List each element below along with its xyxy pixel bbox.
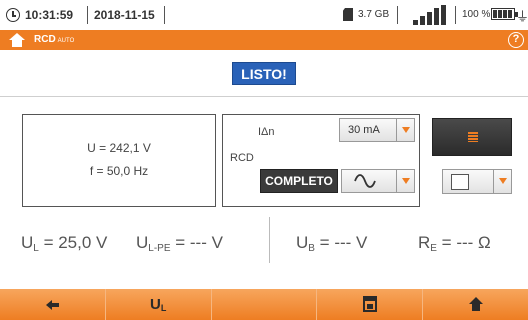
clock-date: 2018-11-15 bbox=[94, 8, 155, 22]
ul-button-label: UL bbox=[150, 296, 167, 313]
home-icon[interactable] bbox=[9, 33, 25, 47]
back-button[interactable] bbox=[0, 289, 106, 320]
bottom-toolbar: UL bbox=[0, 289, 528, 320]
voltage-readout: U = 242,1 V bbox=[87, 141, 151, 155]
result-re: RE = --- Ω bbox=[418, 233, 491, 254]
save-memory-icon bbox=[363, 296, 377, 312]
signal-icon bbox=[413, 5, 449, 25]
current-value: 30 mA bbox=[348, 124, 380, 136]
status-separator bbox=[397, 6, 398, 24]
sd-card-icon bbox=[343, 8, 353, 21]
result-separator bbox=[269, 217, 270, 263]
status-bar: 10:31:59 2018-11-15 3.7 GB 100 % ⏚ bbox=[0, 0, 528, 30]
option-checkbox[interactable] bbox=[451, 174, 469, 190]
plug-icon: ⏚ bbox=[516, 9, 528, 24]
clock-icon bbox=[6, 8, 20, 22]
i-delta-label: IΔn bbox=[258, 126, 275, 138]
sine-wave-icon bbox=[354, 174, 376, 188]
result-ub: UB = --- V bbox=[296, 233, 368, 254]
battery-icon bbox=[491, 8, 518, 20]
voltage-info-panel: U = 242,1 V f = 50,0 Hz bbox=[22, 114, 216, 207]
current-dropdown[interactable]: 30 mA bbox=[339, 118, 415, 142]
battery-percent: 100 % bbox=[462, 9, 491, 20]
complete-button[interactable]: COMPLETO bbox=[260, 169, 338, 193]
ul-button[interactable]: UL bbox=[106, 289, 212, 320]
waveform-dropdown[interactable] bbox=[341, 169, 415, 193]
title-bar: RCD AUTO ? bbox=[0, 30, 528, 50]
frequency-readout: f = 50,0 Hz bbox=[89, 164, 149, 178]
save-button[interactable] bbox=[317, 289, 423, 320]
empty-button[interactable] bbox=[212, 289, 317, 320]
status-separator bbox=[164, 6, 165, 24]
result-ul: UL = 25,0 V bbox=[21, 233, 108, 254]
result-ulpe: UL-PE = --- V bbox=[136, 233, 223, 254]
mode-title: RCD AUTO bbox=[34, 34, 75, 45]
rcd-label: RCD bbox=[230, 152, 254, 164]
status-separator bbox=[455, 6, 456, 24]
list-icon bbox=[468, 132, 478, 142]
divider bbox=[0, 96, 528, 97]
status-badge: LISTO! bbox=[232, 62, 296, 85]
chevron-down-icon bbox=[396, 119, 414, 141]
chevron-down-icon bbox=[396, 170, 414, 192]
storage-free: 3.7 GB bbox=[358, 9, 390, 20]
settings-panel: IΔn RCD 30 mA COMPLETO bbox=[222, 114, 528, 207]
help-icon[interactable]: ? bbox=[508, 32, 524, 48]
list-button[interactable] bbox=[432, 118, 512, 156]
home-button[interactable] bbox=[423, 289, 528, 320]
option-dropdown[interactable] bbox=[442, 169, 512, 194]
clock-time: 10:31:59 bbox=[25, 8, 74, 22]
chevron-down-icon bbox=[493, 170, 511, 193]
home-icon bbox=[469, 297, 483, 311]
back-arrow-icon bbox=[46, 300, 59, 310]
status-separator bbox=[87, 6, 88, 24]
